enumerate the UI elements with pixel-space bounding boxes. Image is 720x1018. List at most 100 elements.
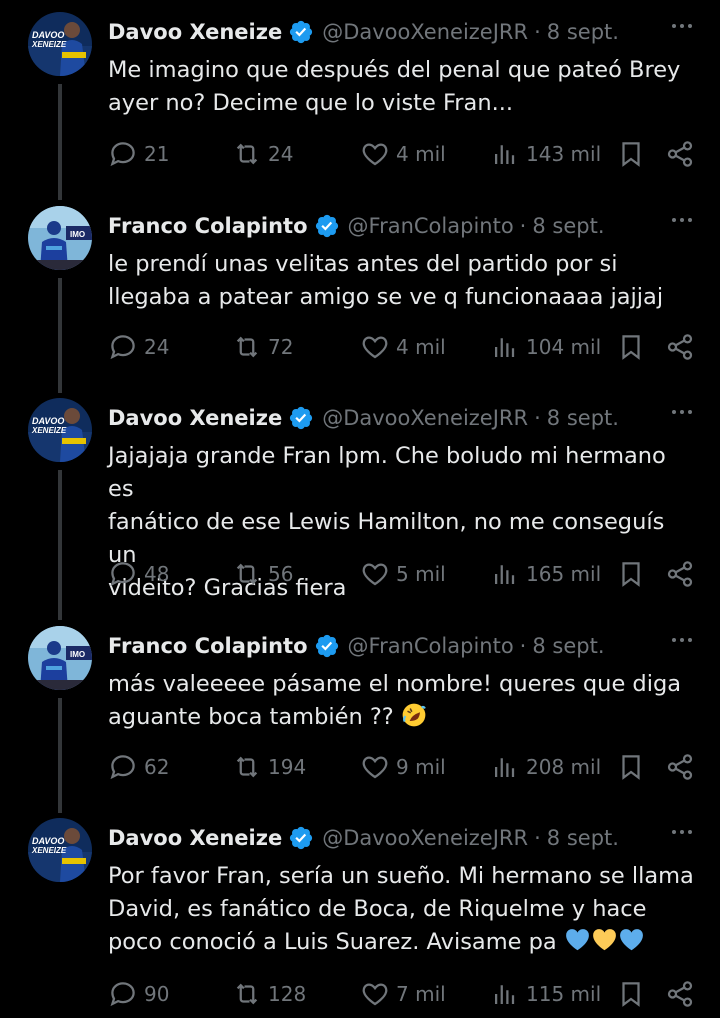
tweet-header: Franco Colapinto @FranColapinto · 8 sept… xyxy=(108,631,605,661)
like-button[interactable]: 5 mil xyxy=(360,558,446,590)
reply-button[interactable]: 48 xyxy=(108,558,169,590)
retweet-icon xyxy=(236,336,258,358)
views-button[interactable]: 115 mil xyxy=(490,978,601,1010)
bookmark-button[interactable] xyxy=(616,558,652,590)
retweet-icon xyxy=(236,756,258,778)
author-name[interactable]: Davoo Xeneize xyxy=(108,826,282,850)
like-count: 4 mil xyxy=(396,335,446,359)
bookmark-button[interactable] xyxy=(616,331,652,363)
avatar[interactable]: DAVOO XENEIZE xyxy=(28,818,92,882)
author-handle[interactable]: @DavooXeneizeJRR xyxy=(322,20,528,44)
author-name[interactable]: Davoo Xeneize xyxy=(108,20,282,44)
view-count: 143 mil xyxy=(526,142,602,166)
share-button[interactable] xyxy=(665,331,701,363)
tweet[interactable]: DAVOO XENEIZE Davoo Xeneize @DavooXeneiz… xyxy=(0,0,720,200)
avatar[interactable]: DAVOO XENEIZE xyxy=(28,12,92,76)
reply-button[interactable]: 21 xyxy=(108,138,169,170)
author-name[interactable]: Franco Colapinto xyxy=(108,214,308,238)
svg-text:XENEIZE: XENEIZE xyxy=(31,40,67,49)
bookmark-button[interactable] xyxy=(616,138,652,170)
action-bar: 90 128 7 mil 115 mil xyxy=(108,978,698,1010)
like-button[interactable]: 4 mil xyxy=(360,138,446,170)
blue-heart-emoji xyxy=(565,929,589,951)
reply-button[interactable]: 90 xyxy=(108,978,169,1010)
retweet-button[interactable]: 72 xyxy=(232,331,293,363)
tweet-text: le prendí unas velitas antes del partido… xyxy=(108,248,698,314)
like-button[interactable]: 9 mil xyxy=(360,751,446,783)
retweet-count: 72 xyxy=(268,335,294,359)
verified-badge-icon[interactable] xyxy=(288,405,314,431)
yellow-heart-emoji xyxy=(592,929,616,951)
reply-button[interactable]: 62 xyxy=(108,751,169,783)
more-options-icon[interactable] xyxy=(672,218,692,222)
share-button[interactable] xyxy=(665,558,701,590)
views-button[interactable]: 143 mil xyxy=(490,138,601,170)
tweet-text-line: más valeeeee pásame el nombre! queres qu… xyxy=(108,671,682,697)
avatar-image: IMO xyxy=(28,206,92,270)
tweet-text-line: Por favor Fran, sería un sueño. Mi herma… xyxy=(108,863,694,889)
separator-dot: · xyxy=(534,826,541,850)
thread-connector xyxy=(58,698,62,813)
like-button[interactable]: 4 mil xyxy=(360,331,446,363)
more-options-icon[interactable] xyxy=(672,830,692,834)
avatar[interactable]: IMO xyxy=(28,206,92,270)
more-options-icon[interactable] xyxy=(672,410,692,414)
retweet-button[interactable]: 56 xyxy=(232,558,293,590)
tweet[interactable]: IMO Franco Colapinto @FranColapinto · 8 … xyxy=(0,614,720,813)
share-button[interactable] xyxy=(665,978,701,1010)
timestamp[interactable]: 8 sept. xyxy=(532,634,604,658)
share-button[interactable] xyxy=(665,751,701,783)
tweet-header: Davoo Xeneize @DavooXeneizeJRR · 8 sept. xyxy=(108,403,619,433)
author-handle[interactable]: @DavooXeneizeJRR xyxy=(322,406,528,430)
tweet[interactable]: DAVOO XENEIZE Davoo Xeneize @DavooXeneiz… xyxy=(0,386,720,620)
view-count: 208 mil xyxy=(526,755,602,779)
avatar-image: DAVOO XENEIZE xyxy=(28,398,92,462)
heart-icon xyxy=(362,143,388,166)
reply-count: 62 xyxy=(144,755,170,779)
verified-badge-icon[interactable] xyxy=(314,633,340,659)
avatar[interactable]: IMO xyxy=(28,626,92,690)
bookmark-icon xyxy=(622,755,640,780)
reply-icon xyxy=(110,562,135,587)
views-chart-icon xyxy=(495,565,515,584)
retweet-button[interactable]: 128 xyxy=(232,978,306,1010)
bookmark-button[interactable] xyxy=(616,978,652,1010)
retweet-button[interactable]: 194 xyxy=(232,751,306,783)
more-options-icon[interactable] xyxy=(672,638,692,642)
author-handle[interactable]: @DavooXeneizeJRR xyxy=(322,826,528,850)
timestamp[interactable]: 8 sept. xyxy=(547,20,619,44)
more-options-icon[interactable] xyxy=(672,24,692,28)
timestamp[interactable]: 8 sept. xyxy=(547,826,619,850)
tweet[interactable]: IMO Franco Colapinto @FranColapinto · 8 … xyxy=(0,194,720,393)
timestamp[interactable]: 8 sept. xyxy=(547,406,619,430)
svg-text:XENEIZE: XENEIZE xyxy=(31,426,67,435)
like-button[interactable]: 7 mil xyxy=(360,978,446,1010)
views-button[interactable]: 104 mil xyxy=(490,331,601,363)
views-chart-icon xyxy=(495,145,515,164)
retweet-icon xyxy=(236,143,258,165)
bookmark-button[interactable] xyxy=(616,751,652,783)
author-handle[interactable]: @FranColapinto xyxy=(348,214,514,238)
reply-button[interactable]: 24 xyxy=(108,331,169,363)
svg-text:XENEIZE: XENEIZE xyxy=(31,846,67,855)
views-button[interactable]: 165 mil xyxy=(490,558,601,590)
separator-dot: · xyxy=(534,20,541,44)
share-button[interactable] xyxy=(665,138,701,170)
retweet-button[interactable]: 24 xyxy=(232,138,293,170)
verified-badge-icon[interactable] xyxy=(288,19,314,45)
tweet[interactable]: DAVOO XENEIZE Davoo Xeneize @DavooXeneiz… xyxy=(0,806,720,1018)
views-chart-icon xyxy=(495,985,515,1004)
author-name[interactable]: Franco Colapinto xyxy=(108,634,308,658)
bookmark-icon xyxy=(622,982,640,1007)
avatar[interactable]: DAVOO XENEIZE xyxy=(28,398,92,462)
views-button[interactable]: 208 mil xyxy=(490,751,601,783)
separator-dot: · xyxy=(519,214,527,238)
verified-badge-icon[interactable] xyxy=(314,213,340,239)
bookmark-icon xyxy=(622,142,640,167)
author-name[interactable]: Davoo Xeneize xyxy=(108,406,282,430)
thread-connector xyxy=(58,278,62,393)
verified-badge-icon[interactable] xyxy=(288,825,314,851)
reply-icon xyxy=(110,335,135,360)
author-handle[interactable]: @FranColapinto xyxy=(348,634,514,658)
timestamp[interactable]: 8 sept. xyxy=(532,214,604,238)
